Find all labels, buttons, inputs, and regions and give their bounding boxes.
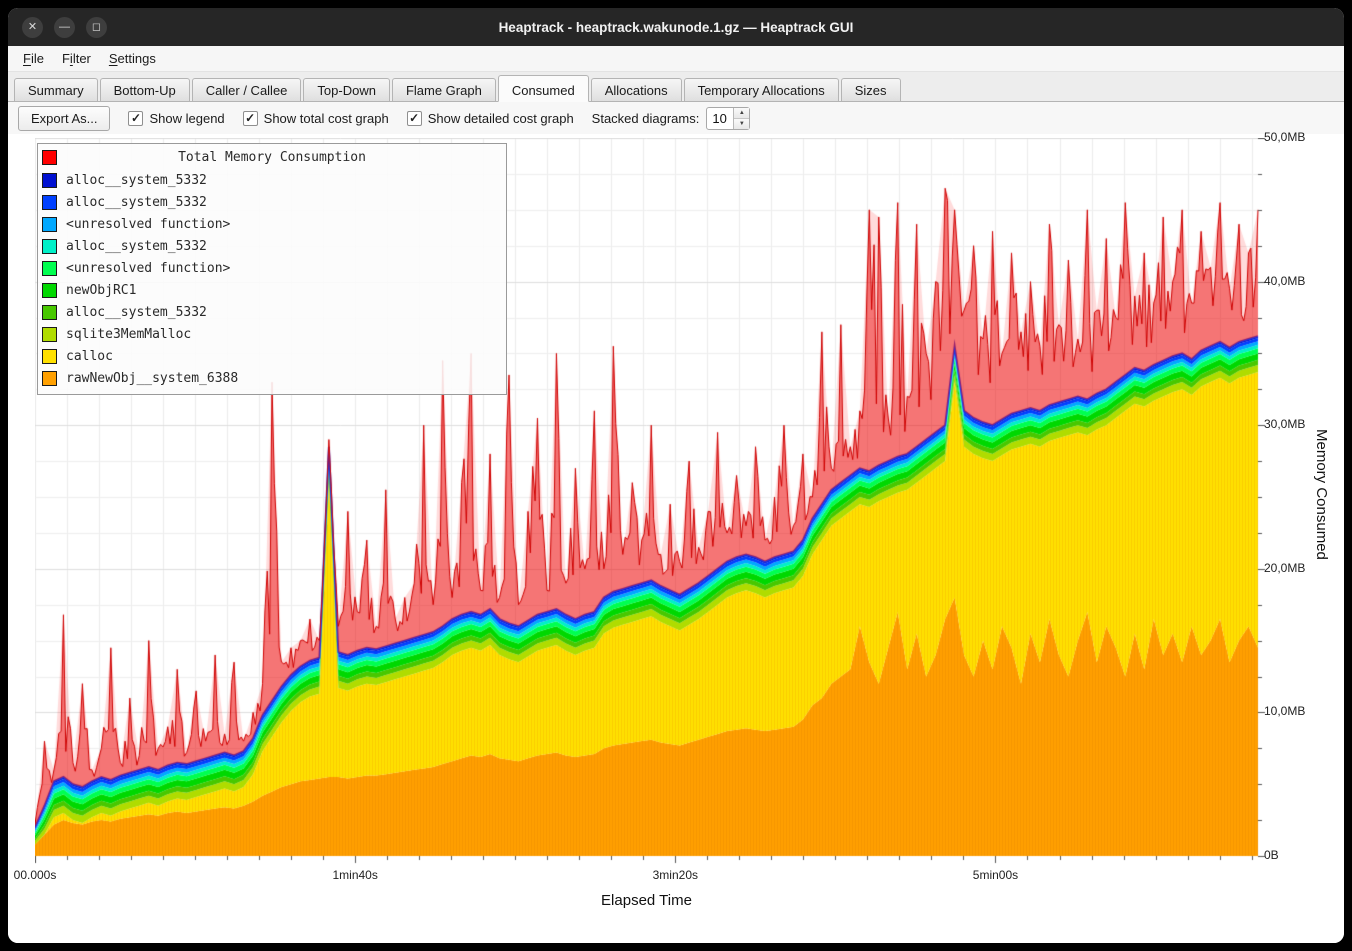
y-tick-label: 0B bbox=[1264, 848, 1279, 862]
legend-item-label: alloc__system_5332 bbox=[66, 239, 207, 254]
legend-item-label: <unresolved function> bbox=[66, 217, 230, 232]
export-as-button[interactable]: Export As... bbox=[18, 106, 110, 131]
title-bar[interactable]: ✕ — ◻ Heaptrack - heaptrack.wakunode.1.g… bbox=[8, 8, 1344, 46]
close-button[interactable]: ✕ bbox=[22, 17, 43, 38]
chart-legend: Total Memory Consumption alloc__system_5… bbox=[37, 143, 507, 395]
maximize-icon: ◻ bbox=[92, 21, 101, 33]
legend-color-swatch bbox=[42, 217, 57, 232]
y-tick-label: 40,0MB bbox=[1264, 274, 1305, 288]
tab-bar: SummaryBottom-UpCaller / CalleeTop-DownF… bbox=[8, 72, 1344, 102]
legend-item-label: newObjRC1 bbox=[66, 283, 136, 298]
spinner-up-icon[interactable]: ▲ bbox=[734, 108, 749, 119]
tab-temporary-allocations[interactable]: Temporary Allocations bbox=[684, 78, 839, 101]
legend-color-swatch bbox=[42, 261, 57, 276]
menu-filter[interactable]: Filter bbox=[53, 48, 100, 69]
x-tick-label: 1min40s bbox=[332, 868, 377, 882]
legend-item-alloc-system-5332[interactable]: alloc__system_5332 bbox=[42, 169, 502, 191]
legend-item-calloc[interactable]: calloc bbox=[42, 345, 502, 367]
minimize-icon: — bbox=[59, 21, 70, 33]
spinner-buttons: ▲ ▼ bbox=[733, 108, 749, 129]
legend-item-unresolved-function[interactable]: <unresolved function> bbox=[42, 257, 502, 279]
tab-sizes[interactable]: Sizes bbox=[841, 78, 901, 101]
toolbar-checkboxes: ✓ Show legend ✓ Show total cost graph ✓ Show … bbox=[128, 111, 573, 126]
stacked-diagrams-value[interactable]: 10 bbox=[707, 108, 733, 129]
y-axis-label: Memory Consumed bbox=[1313, 269, 1330, 719]
checkbox-show-detailed-cost-graph[interactable]: ✓ Show detailed cost graph bbox=[407, 111, 574, 126]
legend-item-label: sqlite3MemMalloc bbox=[66, 327, 191, 342]
legend-item-alloc-system-5332[interactable]: alloc__system_5332 bbox=[42, 191, 502, 213]
checkbox-label: Show detailed cost graph bbox=[428, 111, 574, 126]
legend-title: Total Memory Consumption bbox=[42, 147, 502, 169]
legend-color-swatch bbox=[42, 239, 57, 254]
stacked-diagrams-control: Stacked diagrams: 10 ▲ ▼ bbox=[592, 107, 751, 130]
checkmark-icon: ✓ bbox=[407, 111, 422, 126]
stacked-diagrams-label: Stacked diagrams: bbox=[592, 111, 700, 126]
stacked-diagrams-spinner[interactable]: 10 ▲ ▼ bbox=[706, 107, 750, 130]
tab-top-down[interactable]: Top-Down bbox=[303, 78, 390, 101]
tab-flame-graph[interactable]: Flame Graph bbox=[392, 78, 496, 101]
legend-color-swatch bbox=[42, 283, 57, 298]
legend-color-swatch bbox=[42, 349, 57, 364]
checkbox-label: Show total cost graph bbox=[264, 111, 389, 126]
checkbox-show-total-cost-graph[interactable]: ✓ Show total cost graph bbox=[243, 111, 389, 126]
legend-item-unresolved-function[interactable]: <unresolved function> bbox=[42, 213, 502, 235]
y-tick-label: 30,0MB bbox=[1264, 417, 1305, 431]
menu-file[interactable]: File bbox=[14, 48, 53, 69]
legend-item-label: alloc__system_5332 bbox=[66, 173, 207, 188]
spinner-down-icon[interactable]: ▼ bbox=[734, 119, 749, 129]
checkbox-label: Show legend bbox=[149, 111, 224, 126]
checkmark-icon: ✓ bbox=[243, 111, 258, 126]
tab-summary[interactable]: Summary bbox=[14, 78, 98, 101]
x-axis-label: Elapsed Time bbox=[35, 892, 1258, 909]
y-tick-label: 50,0MB bbox=[1264, 130, 1305, 144]
legend-item-label: alloc__system_5332 bbox=[66, 195, 207, 210]
toolbar: Export As... ✓ Show legend ✓ Show total cos… bbox=[8, 102, 1344, 134]
tab-allocations[interactable]: Allocations bbox=[591, 78, 682, 101]
legend-item-rawnewobj-system-6388[interactable]: rawNewObj__system_6388 bbox=[42, 367, 502, 389]
y-tick-label: 10,0MB bbox=[1264, 704, 1305, 718]
tab-bottom-up[interactable]: Bottom-Up bbox=[100, 78, 190, 101]
legend-item-label: rawNewObj__system_6388 bbox=[66, 371, 238, 386]
legend-item-label: alloc__system_5332 bbox=[66, 305, 207, 320]
legend-item-label: calloc bbox=[66, 349, 113, 364]
legend-color-swatch bbox=[42, 371, 57, 386]
tab-caller-callee[interactable]: Caller / Callee bbox=[192, 78, 302, 101]
window-controls: ✕ — ◻ bbox=[22, 8, 107, 46]
x-tick-label: 00.000s bbox=[14, 868, 57, 882]
x-tick-label: 3min20s bbox=[653, 868, 698, 882]
window-title: Heaptrack - heaptrack.wakunode.1.gz — He… bbox=[8, 20, 1344, 35]
legend-item-alloc-system-5332[interactable]: alloc__system_5332 bbox=[42, 235, 502, 257]
legend-item-sqlite3memmalloc[interactable]: sqlite3MemMalloc bbox=[42, 323, 502, 345]
checkbox-show-legend[interactable]: ✓ Show legend bbox=[128, 111, 224, 126]
checkmark-icon: ✓ bbox=[128, 111, 143, 126]
minimize-button[interactable]: — bbox=[54, 17, 75, 38]
y-tick-label: 20,0MB bbox=[1264, 561, 1305, 575]
legend-color-swatch bbox=[42, 327, 57, 342]
legend-color-swatch bbox=[42, 305, 57, 320]
tab-consumed[interactable]: Consumed bbox=[498, 75, 589, 102]
maximize-button[interactable]: ◻ bbox=[86, 17, 107, 38]
legend-total-swatch bbox=[42, 150, 57, 165]
app-window: ✕ — ◻ Heaptrack - heaptrack.wakunode.1.g… bbox=[8, 8, 1344, 943]
legend-color-swatch bbox=[42, 195, 57, 210]
legend-item-newobjrc1[interactable]: newObjRC1 bbox=[42, 279, 502, 301]
legend-item-label: <unresolved function> bbox=[66, 261, 230, 276]
menu-bar: FileFilterSettings bbox=[8, 46, 1344, 72]
close-icon: ✕ bbox=[28, 21, 37, 33]
legend-title-row: Total Memory Consumption bbox=[42, 147, 502, 169]
menu-settings[interactable]: Settings bbox=[100, 48, 165, 69]
legend-color-swatch bbox=[42, 173, 57, 188]
legend-item-alloc-system-5332[interactable]: alloc__system_5332 bbox=[42, 301, 502, 323]
x-tick-label: 5min00s bbox=[973, 868, 1018, 882]
consumed-chart-area: Total Memory Consumption alloc__system_5… bbox=[8, 134, 1344, 943]
